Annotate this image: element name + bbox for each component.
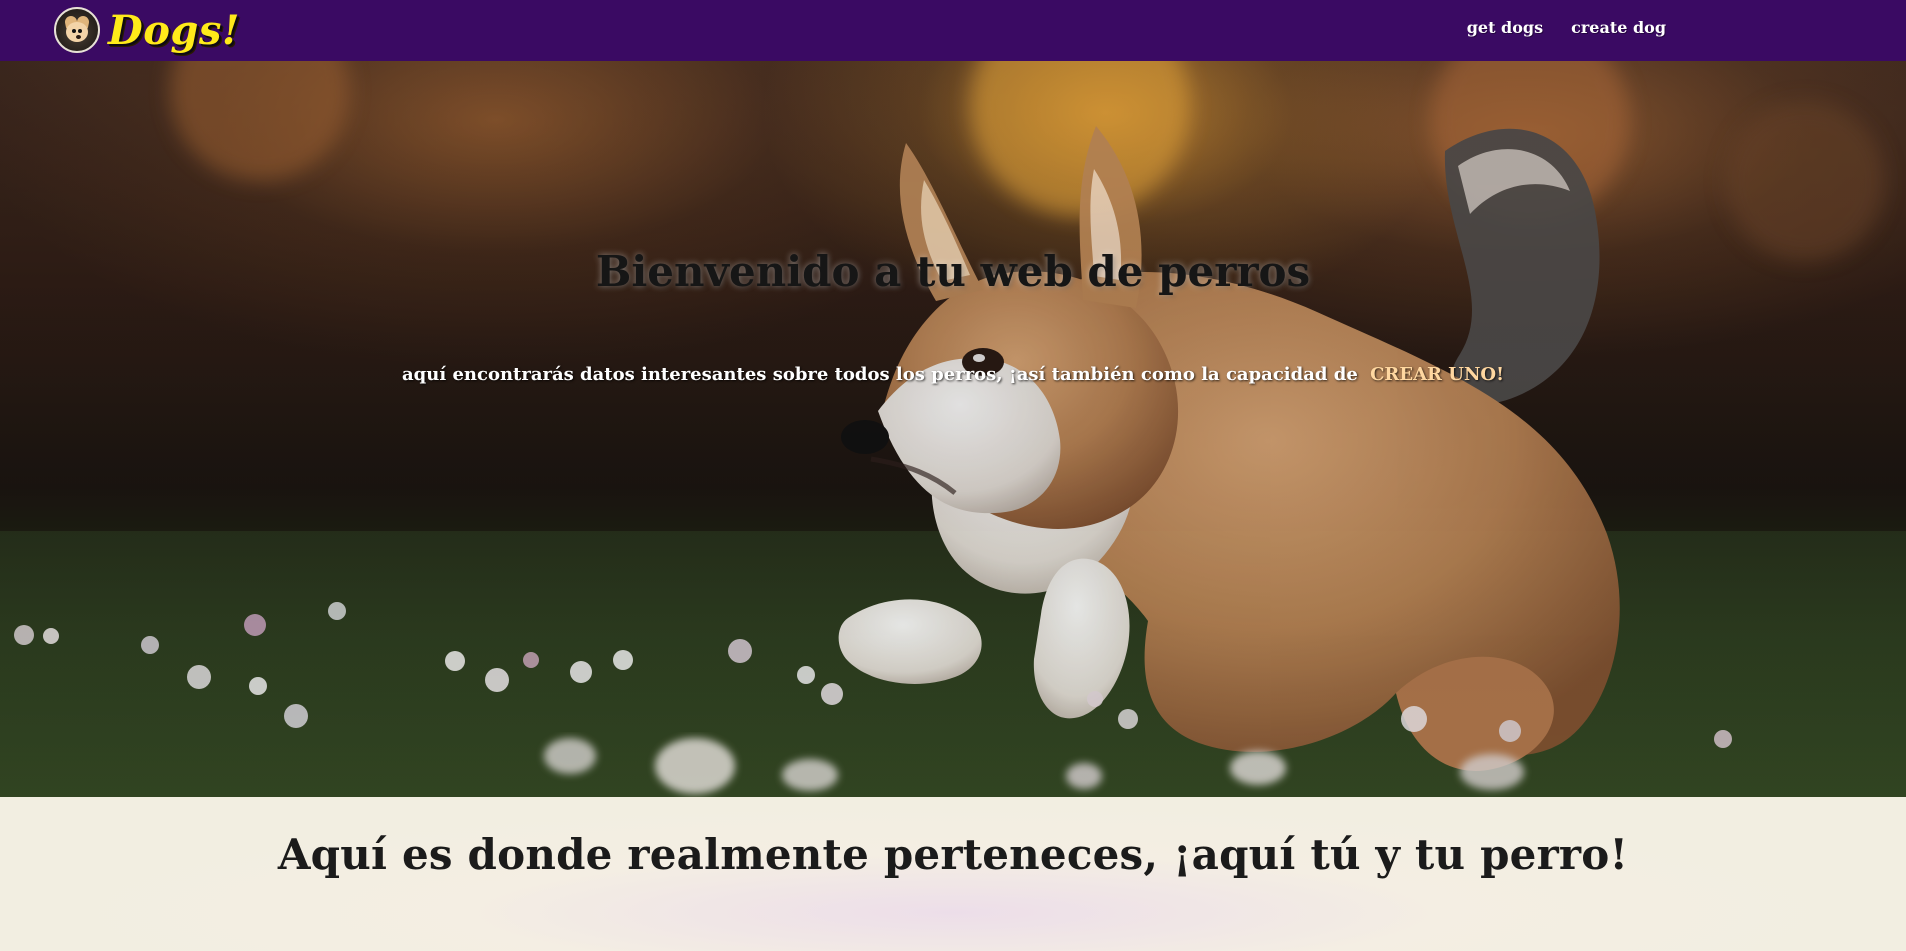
create-one-highlight: CREAR UNO! bbox=[1370, 364, 1504, 385]
corgi-hero-image bbox=[0, 61, 1906, 797]
hero-title: Bienvenido a tu web de perros bbox=[595, 247, 1311, 296]
dog-face-icon bbox=[66, 22, 88, 42]
hero-subtitle: aquí encontrarás datos interesantes sobr… bbox=[0, 364, 1906, 386]
top-navbar: Dogs! get dogs create dog bbox=[0, 0, 1906, 61]
dog-nose-icon bbox=[76, 35, 81, 39]
get-dogs-link[interactable]: get dogs bbox=[1467, 18, 1543, 37]
hero-subtitle-text: aquí encontrarás datos interesantes sobr… bbox=[402, 364, 1358, 385]
brand-link[interactable]: Dogs! bbox=[54, 4, 240, 56]
brand-title: Dogs! bbox=[108, 7, 240, 54]
dog-eye-left-icon bbox=[72, 29, 76, 33]
dog-eye-right-icon bbox=[78, 29, 82, 33]
bottom-section: Aquí es donde realmente perteneces, ¡aqu… bbox=[0, 797, 1906, 951]
main-navigation: get dogs create dog bbox=[1467, 18, 1666, 37]
bottom-section-title: Aquí es donde realmente perteneces, ¡aqu… bbox=[277, 830, 1629, 879]
hero-banner: Bienvenido a tu web de perros aquí encon… bbox=[0, 61, 1906, 797]
dog-face-logo-icon bbox=[54, 7, 100, 53]
page: Dogs! get dogs create dog Bienvenido a t… bbox=[0, 0, 1906, 951]
create-dog-link[interactable]: create dog bbox=[1571, 18, 1666, 37]
